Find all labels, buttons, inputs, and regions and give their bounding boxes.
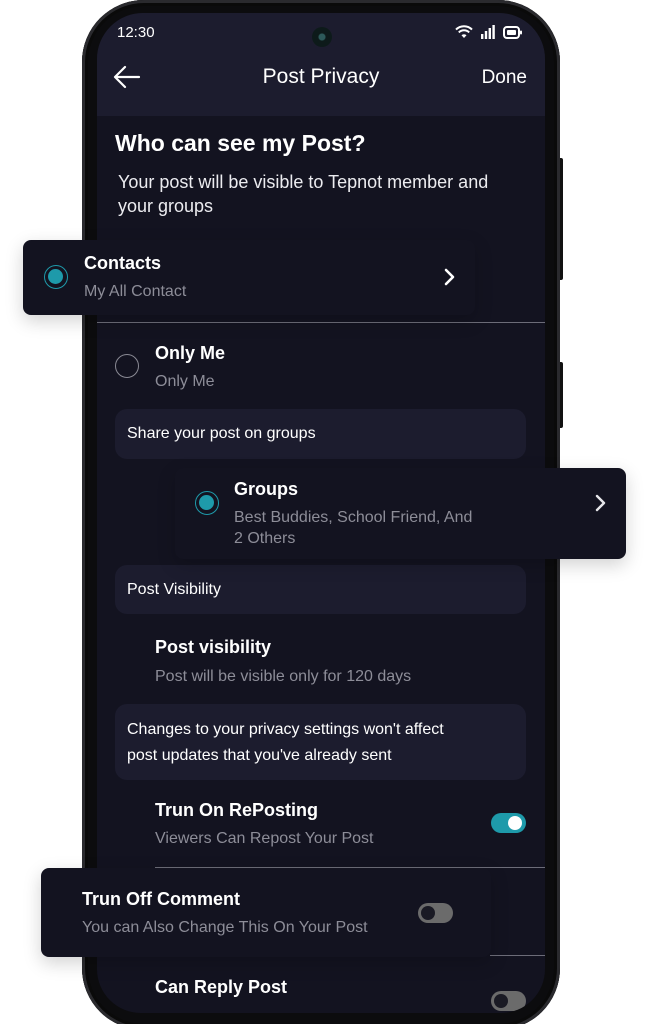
notice-line-2: post updates that you've already sent — [127, 747, 392, 764]
status-time: 12:30 — [117, 24, 155, 41]
visibility-section-header: Post Visibility — [115, 565, 526, 614]
done-button[interactable]: Done — [482, 67, 527, 89]
notice-line-1: Changes to your privacy settings won't a… — [127, 721, 444, 738]
app-header: 12:30 Post Privacy Done — [97, 13, 545, 116]
option-sublabel-line-1: Best Buddies, School Friend, And — [234, 509, 473, 526]
option-label: Contacts — [84, 253, 162, 273]
toggle-knob — [494, 994, 508, 1008]
option-sublabel: Only Me — [155, 373, 215, 390]
option-label: Groups — [234, 479, 299, 499]
can-reply-toggle[interactable] — [491, 991, 526, 1011]
option-groups[interactable]: Groups Best Buddies, School Friend, And … — [175, 468, 626, 559]
radio-groups[interactable] — [195, 491, 219, 515]
option-sublabel: My All Contact — [84, 283, 187, 300]
post-visibility-sublabel: Post will be visible only for 120 days — [155, 668, 412, 685]
camera-icon — [312, 27, 332, 47]
chevron-right-icon[interactable] — [594, 493, 608, 513]
section-heading: Who can see my Post? — [115, 130, 366, 156]
radio-only-me[interactable] — [115, 354, 139, 378]
groups-section-header: Share your post on groups — [115, 409, 526, 459]
toggle-row-comment: Trun Off Comment You can Also Change Thi… — [41, 868, 491, 957]
option-label: Only Me — [155, 343, 226, 363]
toggle-label: Trun Off Comment — [82, 889, 240, 909]
option-sublabel-line-2: 2 Others — [234, 530, 296, 547]
toggle-knob — [508, 816, 522, 830]
chevron-right-icon[interactable] — [443, 267, 457, 287]
signal-icon — [481, 25, 495, 39]
battery-icon — [503, 25, 522, 39]
post-visibility-label: Post visibility — [155, 637, 272, 657]
toggle-sublabel: Viewers Can Repost Your Post — [155, 830, 374, 847]
status-icons — [455, 25, 523, 39]
reposting-toggle[interactable] — [491, 813, 526, 833]
wifi-icon — [455, 25, 473, 38]
divider — [490, 955, 545, 956]
privacy-notice: Changes to your privacy settings won't a… — [115, 704, 526, 780]
toggle-sublabel: You can Also Change This On Your Post — [82, 919, 368, 936]
section-description: Your post will be visible to Tepnot memb… — [118, 172, 489, 216]
toggle-knob — [421, 906, 435, 920]
option-contacts[interactable]: Contacts My All Contact — [23, 240, 475, 315]
radio-contacts[interactable] — [44, 265, 68, 289]
toggle-label: Can Reply Post — [155, 977, 288, 997]
divider — [97, 322, 545, 323]
page-title: Post Privacy — [262, 65, 380, 88]
comment-toggle[interactable] — [418, 903, 453, 923]
toggle-label: Trun On RePosting — [155, 800, 319, 820]
